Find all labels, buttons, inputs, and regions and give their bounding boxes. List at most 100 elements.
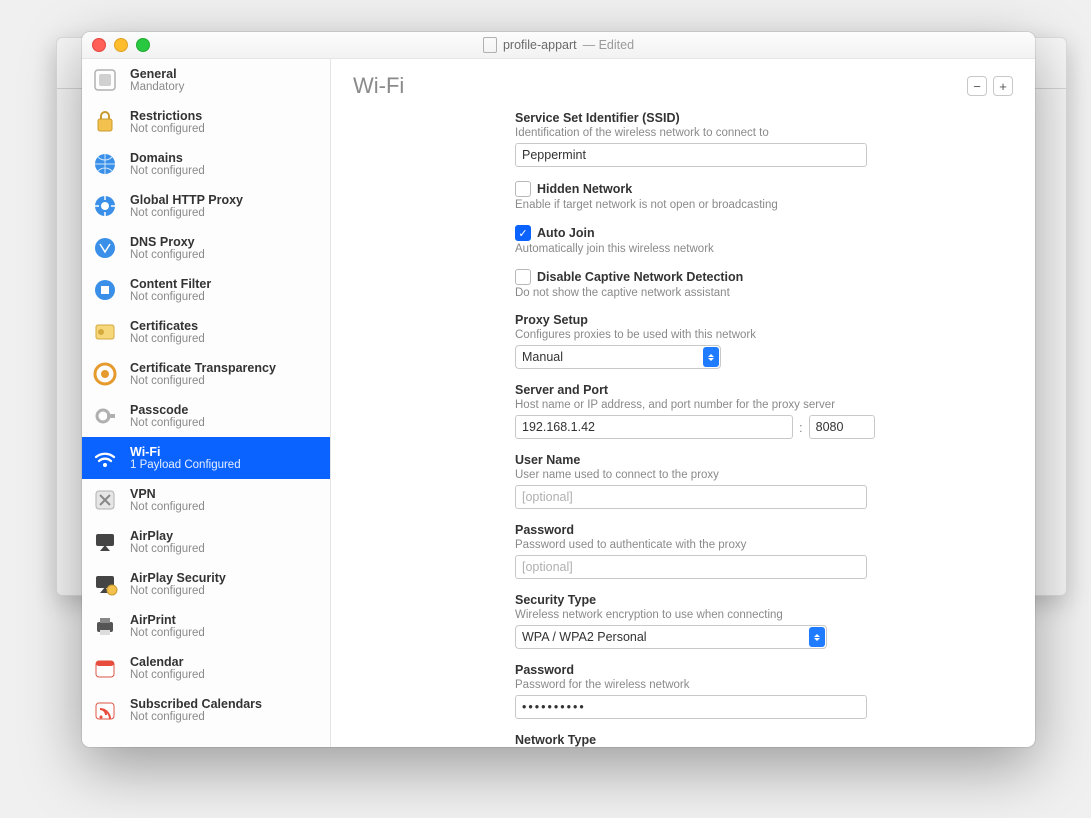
- proxy-setup-label: Proxy Setup: [515, 313, 1005, 327]
- restrictions-icon: [90, 107, 120, 137]
- select-arrows-icon: [809, 627, 825, 647]
- sidebar-item-airprint[interactable]: AirPrintNot configured: [82, 605, 330, 647]
- sidebar-item-subtitle: Not configured: [130, 627, 205, 639]
- auto-join-checkbox[interactable]: ✓: [515, 225, 531, 241]
- wifi-password-input[interactable]: [515, 695, 867, 719]
- proxy-password-label: Password: [515, 523, 1005, 537]
- sidebar-item-general[interactable]: GeneralMandatory: [82, 59, 330, 101]
- select-arrows-icon: [703, 347, 719, 367]
- sidebar-item-title: Wi-Fi: [130, 445, 241, 459]
- add-payload-button[interactable]: +: [993, 76, 1013, 96]
- sidebar-item-subtitle: Not configured: [130, 501, 205, 513]
- sidebar-item-title: AirPrint: [130, 613, 205, 627]
- security-type-value: WPA / WPA2 Personal: [522, 630, 647, 644]
- sidebar-item-subtitle: 1 Payload Configured: [130, 459, 241, 471]
- hidden-network-label: Hidden Network: [537, 182, 632, 196]
- filter-icon: [90, 275, 120, 305]
- sidebar-item-title: AirPlay: [130, 529, 205, 543]
- airprint-icon: [90, 611, 120, 641]
- sidebar-item-title: Domains: [130, 151, 205, 165]
- airplay-icon: [90, 527, 120, 557]
- proxy-setup-select[interactable]: Manual: [515, 345, 721, 369]
- hidden-network-desc: Enable if target network is not open or …: [515, 199, 1005, 211]
- page-title: Wi-Fi: [353, 73, 404, 99]
- captive-desc: Do not show the captive network assistan…: [515, 287, 1005, 299]
- document-icon: [483, 37, 497, 53]
- proxy-host-input[interactable]: [515, 415, 793, 439]
- sidebar-item-title: Global HTTP Proxy: [130, 193, 243, 207]
- sidebar-item-subtitle: Not configured: [130, 543, 205, 555]
- cert-icon: [90, 317, 120, 347]
- titlebar: profile-appart — Edited: [82, 32, 1035, 59]
- close-icon[interactable]: [92, 38, 106, 52]
- proxy-port-input[interactable]: [809, 415, 875, 439]
- calendar-icon: [90, 653, 120, 683]
- sidebar-item-subtitle: Not configured: [130, 333, 205, 345]
- ssid-label: Service Set Identifier (SSID): [515, 111, 1005, 125]
- security-type-label: Security Type: [515, 593, 1005, 607]
- sidebar-item-title: Passcode: [130, 403, 205, 417]
- security-type-desc: Wireless network encryption to use when …: [515, 609, 1005, 621]
- server-port-desc: Host name or IP address, and port number…: [515, 399, 1005, 411]
- sidebar-item-subtitle: Not configured: [130, 585, 226, 597]
- security-type-select[interactable]: WPA / WPA2 Personal: [515, 625, 827, 649]
- captive-checkbox[interactable]: [515, 269, 531, 285]
- profile-window: profile-appart — Edited GeneralMandatory…: [82, 32, 1035, 747]
- sidebar-item-wi-fi[interactable]: Wi-Fi1 Payload Configured: [82, 437, 330, 479]
- auto-join-label: Auto Join: [537, 226, 595, 240]
- wifi-form: Service Set Identifier (SSID) Identifica…: [331, 107, 1035, 747]
- sidebar-item-certificate-transparency[interactable]: Certificate TransparencyNot configured: [82, 353, 330, 395]
- sidebar-item-title: Restrictions: [130, 109, 205, 123]
- network-type-label: Network Type: [515, 733, 1005, 747]
- sidebar-item-global-http-proxy[interactable]: Global HTTP ProxyNot configured: [82, 185, 330, 227]
- zoom-icon[interactable]: [136, 38, 150, 52]
- auto-join-desc: Automatically join this wireless network: [515, 243, 1005, 255]
- domains-icon: [90, 149, 120, 179]
- sidebar-item-title: Certificates: [130, 319, 205, 333]
- sidebar-item-title: VPN: [130, 487, 205, 501]
- minimize-icon[interactable]: [114, 38, 128, 52]
- sidebar-item-certificates[interactable]: CertificatesNot configured: [82, 311, 330, 353]
- sidebar-item-subtitle: Mandatory: [130, 81, 184, 93]
- sidebar-item-content-filter[interactable]: Content FilterNot configured: [82, 269, 330, 311]
- sidebar-item-subtitle: Not configured: [130, 669, 205, 681]
- server-port-separator: :: [799, 420, 803, 435]
- sidebar-item-passcode[interactable]: PasscodeNot configured: [82, 395, 330, 437]
- proxy-password-desc: Password used to authenticate with the p…: [515, 539, 1005, 551]
- sidebar-item-subscribed-calendars[interactable]: Subscribed CalendarsNot configured: [82, 689, 330, 731]
- proxy-setup-value: Manual: [522, 350, 563, 364]
- sidebar-item-restrictions[interactable]: RestrictionsNot configured: [82, 101, 330, 143]
- sidebar-item-domains[interactable]: DomainsNot configured: [82, 143, 330, 185]
- sidebar-item-subtitle: Not configured: [130, 711, 262, 723]
- ssid-desc: Identification of the wireless network t…: [515, 127, 1005, 139]
- proxy-username-desc: User name used to connect to the proxy: [515, 469, 1005, 481]
- airplaysec-icon: [90, 569, 120, 599]
- dns-icon: [90, 233, 120, 263]
- content-area: Wi-Fi − + Service Set Identifier (SSID) …: [331, 59, 1035, 747]
- remove-payload-button[interactable]: −: [967, 76, 987, 96]
- edited-indicator: — Edited: [583, 38, 634, 52]
- sidebar-item-airplay[interactable]: AirPlayNot configured: [82, 521, 330, 563]
- proxy-username-input[interactable]: [515, 485, 867, 509]
- sidebar-item-subtitle: Not configured: [130, 123, 205, 135]
- sidebar-item-subtitle: Not configured: [130, 207, 243, 219]
- sidebar-item-title: Subscribed Calendars: [130, 697, 262, 711]
- sidebar-item-dns-proxy[interactable]: DNS ProxyNot configured: [82, 227, 330, 269]
- sidebar-item-subtitle: Not configured: [130, 291, 211, 303]
- ssid-input[interactable]: [515, 143, 867, 167]
- proxy-password-input[interactable]: [515, 555, 867, 579]
- sidebar-item-title: Calendar: [130, 655, 205, 669]
- proxy-username-label: User Name: [515, 453, 1005, 467]
- wifi-icon: [90, 443, 120, 473]
- sidebar-item-calendar[interactable]: CalendarNot configured: [82, 647, 330, 689]
- sidebar-item-airplay-security[interactable]: AirPlay SecurityNot configured: [82, 563, 330, 605]
- proxy-setup-desc: Configures proxies to be used with this …: [515, 329, 1005, 341]
- server-port-label: Server and Port: [515, 383, 1005, 397]
- sidebar-item-title: Content Filter: [130, 277, 211, 291]
- general-icon: [90, 65, 120, 95]
- subcal-icon: [90, 695, 120, 725]
- sidebar-item-vpn[interactable]: VPNNot configured: [82, 479, 330, 521]
- hidden-network-checkbox[interactable]: [515, 181, 531, 197]
- certtrans-icon: [90, 359, 120, 389]
- payload-sidebar[interactable]: GeneralMandatoryRestrictionsNot configur…: [82, 59, 331, 747]
